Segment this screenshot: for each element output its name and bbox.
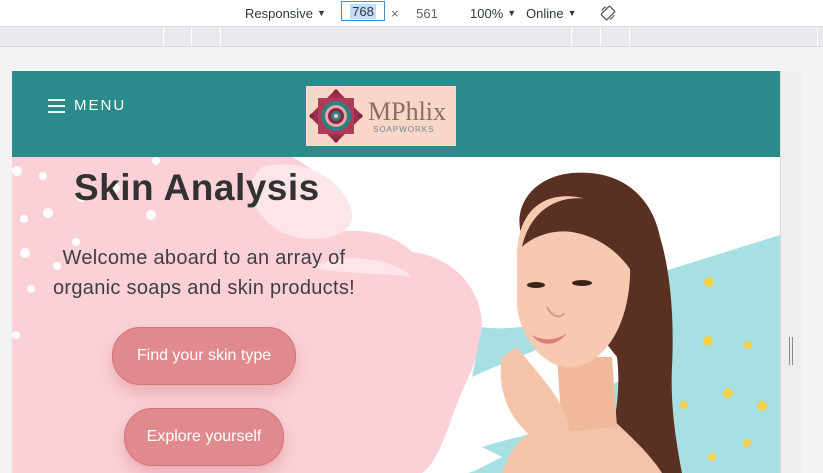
site-logo[interactable]: MPhlix SOAPWORKS [306,86,456,146]
viewport-scrollbar-track[interactable] [780,71,802,473]
hero-section: Skin Analysis Welcome aboard to an array… [12,157,780,473]
device-viewport: MENU MPhlix SOAPWORKS Skin Analysis Welc… [12,71,780,473]
explore-yourself-button[interactable]: Explore yourself [124,408,284,466]
menu-label: MENU [74,97,127,114]
model-photo [500,172,682,473]
throttle-label: Online [526,5,564,21]
height-input[interactable]: 561 [405,0,449,26]
hero-tagline: Welcome aboard to an array of organic so… [53,247,355,299]
logo-name: MPhlix [368,96,447,126]
resize-handle[interactable] [789,337,793,365]
throttle-select[interactable]: Online ▼ [526,0,577,26]
logo-subtitle: SOAPWORKS [373,124,435,134]
device-toolbar: Responsive ▼ 768 × 561 100% ▼ Online ▼ [0,0,823,27]
zoom-label: 100% [470,5,504,21]
site-header: MENU MPhlix SOAPWORKS [12,71,780,157]
rotate-button[interactable] [600,0,616,26]
chevron-down-icon: ▼ [507,8,517,18]
chevron-down-icon: ▼ [567,8,577,18]
width-value: 768 [350,3,376,19]
hero-title: Skin Analysis [74,167,320,208]
width-input[interactable]: 768 [341,1,385,21]
mandala-icon [309,89,363,143]
find-skin-type-button[interactable]: Find your skin type [112,327,296,385]
zoom-select[interactable]: 100% ▼ [470,0,516,26]
device-select-label: Responsive [245,5,313,21]
device-select[interactable]: Responsive ▼ [245,0,326,26]
rotate-icon [600,5,616,21]
hamburger-icon [48,98,65,113]
chevron-down-icon: ▼ [316,8,326,18]
dimension-separator: × [391,5,399,21]
media-query-ruler[interactable] [0,27,823,47]
menu-toggle[interactable]: MENU [48,97,126,114]
